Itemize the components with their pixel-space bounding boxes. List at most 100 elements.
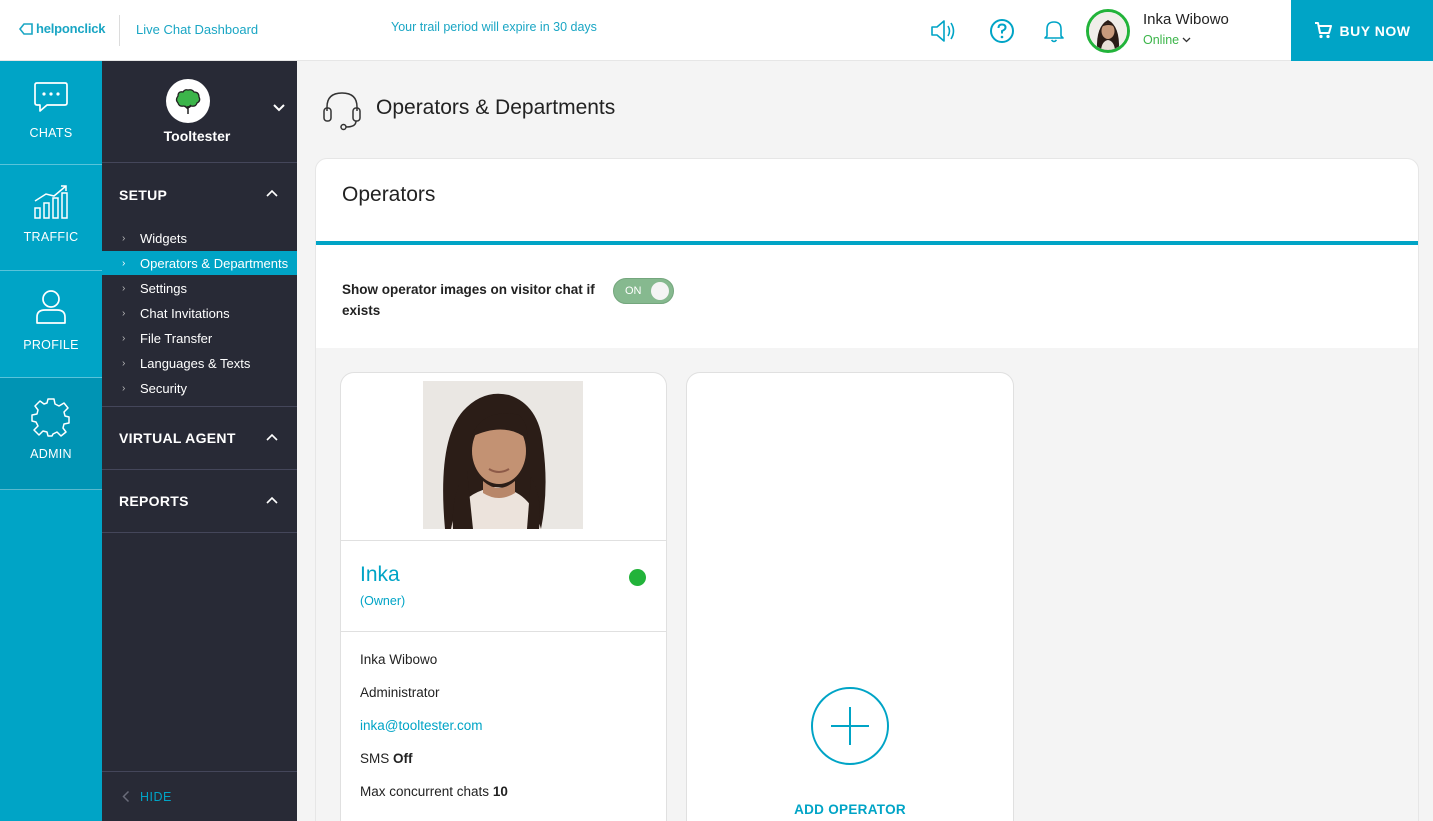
chevron-right-icon: › <box>122 257 126 269</box>
menu-file-transfer-label: File Transfer <box>140 330 213 346</box>
trial-notice: Your trail period will expire in 30 days <box>391 20 597 34</box>
operator-max-chats: Max concurrent chats 10 <box>360 784 508 799</box>
operator-photo <box>423 381 583 529</box>
user-status-text: Online <box>1143 33 1180 47</box>
buy-now-label: BUY NOW <box>1339 22 1411 39</box>
nav-chats[interactable]: CHATS <box>0 61 102 165</box>
nav-admin-label: ADMIN <box>30 447 72 461</box>
operator-sms: SMS Off <box>360 751 413 766</box>
top-bar: helponclick Live Chat Dashboard Your tra… <box>0 0 1433 61</box>
menu-operators-departments[interactable]: › Operators & Departments <box>102 251 297 275</box>
help-icon[interactable] <box>987 16 1017 46</box>
account-switcher[interactable]: Tooltester <box>102 61 297 163</box>
operator-full-name: Inka Wibowo <box>360 652 438 667</box>
operator-images-toggle[interactable]: ON <box>613 278 674 304</box>
panel-header: Operators <box>316 159 1418 245</box>
helponclick-logo[interactable]: helponclick <box>19 21 106 36</box>
headset-icon <box>323 92 361 131</box>
operator-card[interactable]: Inka (Owner) Inka Wibowo Administrator i… <box>340 372 667 821</box>
main-nav-rail: CHATS TRAFFIC PROFILE ADMIN <box>0 61 102 821</box>
menu-file-transfer[interactable]: › File Transfer <box>102 326 297 350</box>
chevron-down-icon <box>273 104 285 112</box>
operator-role: (Owner) <box>360 594 406 608</box>
plus-icon <box>831 707 869 745</box>
card-divider <box>341 631 666 632</box>
cart-icon <box>1314 22 1332 39</box>
section-reports[interactable]: REPORTS <box>102 470 297 533</box>
user-status-dropdown[interactable]: Online <box>1143 33 1191 47</box>
add-operator-button[interactable] <box>811 687 889 765</box>
panel-title: Operators <box>342 183 436 206</box>
toggle-label: ON <box>625 285 642 297</box>
operator-images-setting: Show operator images on visitor chat if … <box>316 245 1418 348</box>
chevron-right-icon: › <box>122 357 126 369</box>
sound-icon[interactable] <box>928 16 958 46</box>
add-operator-label[interactable]: ADD OPERATOR <box>687 802 1013 817</box>
user-avatar[interactable] <box>1086 9 1130 53</box>
gear-icon <box>31 398 70 437</box>
chevron-up-icon <box>266 496 278 504</box>
menu-widgets-label: Widgets <box>140 230 187 246</box>
chevron-right-icon: › <box>122 307 126 319</box>
menu-chat-invitations[interactable]: › Chat Invitations <box>102 301 297 325</box>
chevron-up-icon <box>266 189 278 197</box>
menu-settings-label: Settings <box>140 280 187 296</box>
nav-profile-label: PROFILE <box>23 338 79 352</box>
hide-label: HIDE <box>140 789 172 804</box>
bell-icon[interactable] <box>1039 16 1069 46</box>
menu-security[interactable]: › Security <box>102 376 297 400</box>
toggle-knob <box>651 282 669 300</box>
operator-display-name[interactable]: Inka <box>360 563 400 587</box>
logo-text: helponclick <box>36 21 106 36</box>
buy-now-button[interactable]: BUY NOW <box>1291 0 1433 61</box>
max-chats-value: 10 <box>492 784 508 799</box>
menu-chat-invitations-label: Chat Invitations <box>140 305 230 321</box>
brand-logo <box>166 79 210 123</box>
nav-admin[interactable]: ADMIN <box>0 378 102 490</box>
operator-email[interactable]: inka@tooltester.com <box>360 718 483 733</box>
setting-label: Show operator images on visitor chat if … <box>342 282 595 318</box>
chevron-left-icon <box>122 790 130 803</box>
chevron-right-icon: › <box>122 282 126 294</box>
online-status-dot <box>629 569 646 586</box>
section-virtual-agent[interactable]: VIRTUAL AGENT <box>102 407 297 470</box>
max-chats-label: Max concurrent chats <box>360 784 490 799</box>
chevron-right-icon: › <box>122 382 126 394</box>
admin-sidebar: Tooltester SETUP › Widgets › Operators &… <box>102 61 297 821</box>
chevron-down-icon <box>1182 37 1191 43</box>
menu-languages-label: Languages & Texts <box>140 355 251 371</box>
tree-icon <box>175 89 201 114</box>
chat-bubble-icon <box>34 82 68 112</box>
operator-cards: Inka (Owner) Inka Wibowo Administrator i… <box>316 348 1418 821</box>
logo-icon <box>19 22 33 35</box>
nav-profile[interactable]: PROFILE <box>0 271 102 378</box>
operators-panel: Operators Show operator images on visito… <box>315 158 1419 821</box>
hide-sidebar-button[interactable]: HIDE <box>102 771 297 821</box>
bar-chart-icon <box>34 185 68 219</box>
nav-traffic-label: TRAFFIC <box>23 230 79 244</box>
menu-security-label: Security <box>140 380 187 396</box>
menu-widgets[interactable]: › Widgets <box>102 226 297 250</box>
nav-traffic[interactable]: TRAFFIC <box>0 165 102 271</box>
section-reports-label: REPORTS <box>119 493 189 509</box>
chevron-right-icon: › <box>122 332 126 344</box>
app-title: Live Chat Dashboard <box>136 22 259 37</box>
chevron-up-icon <box>266 433 278 441</box>
section-virtual-agent-label: VIRTUAL AGENT <box>119 430 236 446</box>
brand-name: Tooltester <box>163 128 231 144</box>
add-operator-card[interactable]: ADD OPERATOR <box>686 372 1014 821</box>
section-setup-label: SETUP <box>119 186 168 203</box>
menu-languages-texts[interactable]: › Languages & Texts <box>102 351 297 375</box>
card-divider <box>341 540 666 541</box>
chevron-right-icon: › <box>122 232 126 244</box>
menu-settings[interactable]: › Settings <box>102 276 297 300</box>
operator-access-level: Administrator <box>360 685 440 700</box>
logo-divider <box>119 15 120 46</box>
sms-label: SMS <box>360 751 390 766</box>
section-setup[interactable]: SETUP <box>102 163 297 226</box>
nav-chats-label: CHATS <box>29 126 73 140</box>
sms-value: Off <box>393 751 413 766</box>
menu-operators-label: Operators & Departments <box>140 255 289 271</box>
page-title: Operators & Departments <box>376 96 616 119</box>
person-icon <box>36 290 66 324</box>
